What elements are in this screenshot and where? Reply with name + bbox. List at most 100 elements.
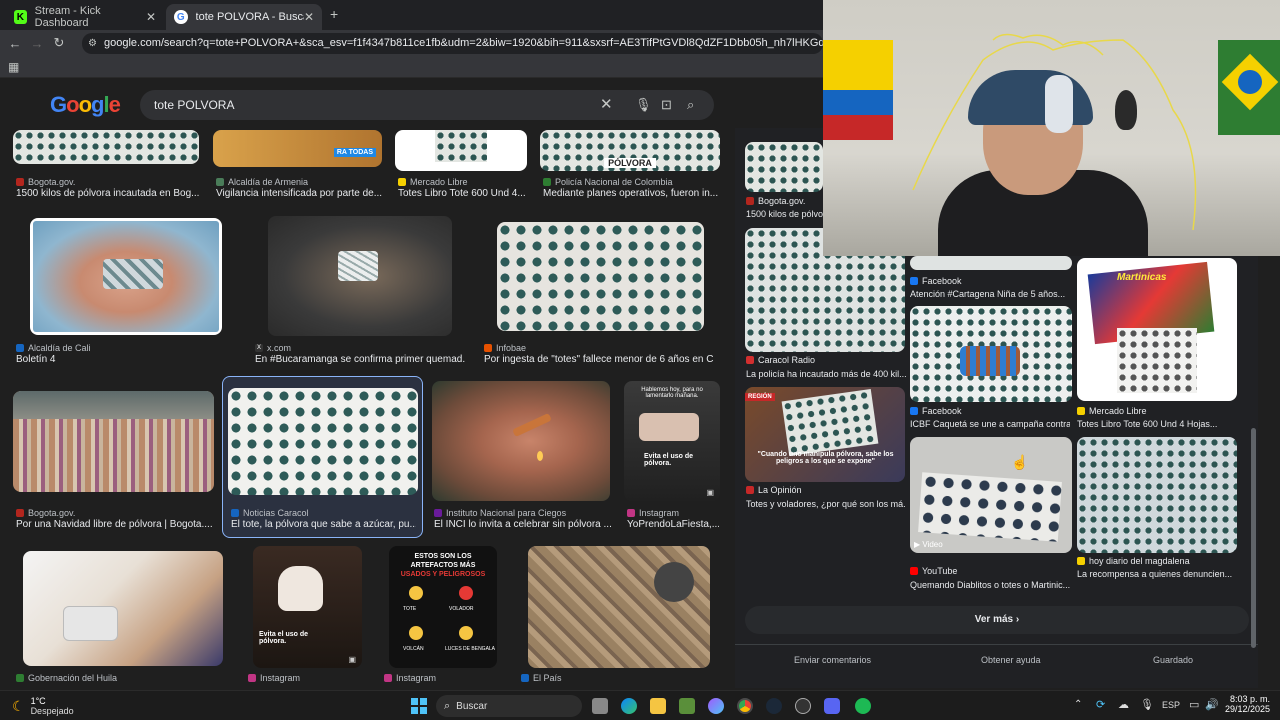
clock[interactable]: 8:03 p. m. 29/12/2025	[1218, 694, 1270, 714]
mic-icon[interactable]: 🎙	[1140, 698, 1154, 711]
preview-image[interactable]	[745, 142, 823, 192]
result-source[interactable]: Gobernación del Huila	[16, 673, 117, 683]
steam-icon[interactable]	[766, 698, 782, 714]
file-explorer-icon[interactable]	[650, 698, 666, 714]
related-caption[interactable]: La policía ha incautado más de 400 kil..…	[746, 369, 906, 379]
edge-icon[interactable]	[621, 698, 637, 714]
result-image[interactable]: Evita el uso de pólvora. ▣	[253, 546, 362, 668]
result-caption[interactable]: Vigilancia intensificada por parte de...	[216, 188, 386, 199]
result-source[interactable]: Infobae	[484, 343, 526, 353]
result-source[interactable]: Policía Nacional de Colombia	[543, 177, 673, 187]
result-source[interactable]: Bogota.gov.	[16, 177, 75, 187]
result-caption[interactable]: El INCI lo invita a celebrar sin pólvora…	[434, 519, 614, 530]
task-view-icon[interactable]	[592, 698, 608, 714]
preview-caption[interactable]: 1500 kilos de pólvora...	[746, 209, 826, 219]
related-caption[interactable]: La recompensa a quienes denuncien...	[1077, 569, 1237, 579]
scrollbar[interactable]	[1251, 428, 1256, 648]
related-image[interactable]: REGIÓN "Cuando uno manipula pólvora, sab…	[745, 387, 905, 482]
result-image[interactable]	[268, 216, 452, 336]
address-bar[interactable]: ⚙ google.com/search?q=tote+POLVORA+&sca_…	[82, 33, 823, 54]
lens-icon[interactable]: ⊡	[661, 90, 672, 120]
related-source[interactable]: Facebook	[910, 406, 962, 416]
result-image[interactable]: ESTOS SON LOS ARTEFACTOS MÁS USADOS Y PEL…	[389, 546, 497, 668]
result-caption[interactable]: 1500 kilos de pólvora incautada en Bog..…	[16, 188, 201, 199]
tray-icon[interactable]: ⟳	[1096, 698, 1105, 711]
close-icon[interactable]: ✕	[304, 10, 314, 24]
related-source[interactable]: Facebook	[910, 276, 962, 286]
back-icon[interactable]: ←	[4, 36, 26, 51]
result-image[interactable]	[13, 391, 214, 492]
result-caption[interactable]: YoPrendoLaFiesta,...	[627, 519, 719, 530]
result-image[interactable]	[528, 546, 710, 668]
close-icon[interactable]: ✕	[146, 10, 156, 24]
related-image[interactable]: Martinicas	[1077, 258, 1237, 401]
result-source[interactable]: Bogota.gov.	[16, 508, 75, 518]
chevron-up-icon[interactable]: ⌃	[1074, 699, 1082, 710]
related-source[interactable]: La Opinión	[746, 485, 802, 495]
result-image[interactable]	[497, 222, 704, 331]
tab-google[interactable]: G tote POLVORA - Buscar con Go ✕	[166, 4, 322, 30]
result-image[interactable]	[13, 130, 199, 164]
result-source[interactable]: Instagram	[627, 508, 679, 518]
related-caption[interactable]: Atención #Cartagena Niña de 5 años...	[910, 289, 1070, 299]
result-image[interactable]	[395, 130, 527, 171]
site-info-icon[interactable]: ⚙	[88, 33, 97, 54]
result-image[interactable]	[228, 388, 418, 495]
preview-source[interactable]: Bogota.gov.	[746, 196, 805, 206]
result-caption[interactable]: Por ingesta de "totes" fallece menor de …	[484, 354, 714, 365]
copilot-icon[interactable]	[708, 698, 724, 714]
chrome-icon[interactable]	[737, 698, 753, 714]
result-source[interactable]: Xx.com	[255, 343, 291, 353]
help-link[interactable]: Obtener ayuda	[981, 655, 1041, 665]
google-logo[interactable]: Google	[50, 92, 121, 118]
related-caption[interactable]: Quemando Diablitos o totes o Martinic...	[910, 580, 1070, 590]
tab-kick[interactable]: K Stream - Kick Dashboard ✕	[6, 4, 164, 30]
result-source[interactable]: Alcaldía de Armenia	[216, 177, 308, 187]
taskbar-search[interactable]: ⌕ Buscar	[436, 695, 582, 717]
reload-icon[interactable]: ↻	[48, 35, 70, 51]
search-input[interactable]: tote POLVORA ✕ 🎙 ⊡ ⌕	[140, 90, 714, 120]
result-caption[interactable]: En #Bucaramanga se confirma primer quema…	[255, 354, 465, 365]
related-caption[interactable]: Totes Libro Tote 600 Und 4 Hojas...	[1077, 419, 1237, 429]
result-caption[interactable]: Por una Navidad libre de pólvora | Bogot…	[16, 519, 216, 530]
result-source[interactable]: El País	[521, 673, 562, 683]
search-icon[interactable]: ⌕	[687, 90, 694, 120]
result-caption[interactable]: Boletín 4	[16, 354, 216, 365]
related-source[interactable]: Caracol Radio	[746, 355, 815, 365]
spotify-icon[interactable]	[855, 698, 871, 714]
discord-icon[interactable]	[824, 698, 840, 714]
forward-icon[interactable]: →	[26, 36, 48, 51]
related-image[interactable]: ▶ Video	[910, 437, 1072, 553]
result-image[interactable]	[432, 381, 610, 501]
result-source[interactable]: Instagram	[248, 673, 300, 683]
feedback-link[interactable]: Enviar comentarios	[794, 655, 871, 665]
result-caption[interactable]: Mediante planes operativos, fueron in...	[543, 188, 718, 199]
result-image[interactable]: Hablemos hoy, para no lamentarlo mañana.…	[624, 381, 720, 501]
result-source[interactable]: Mercado Libre	[398, 177, 468, 187]
related-caption[interactable]: Totes y voladores, ¿por qué son los má..…	[746, 499, 906, 509]
tray-icon[interactable]: ☁	[1118, 698, 1129, 711]
result-image[interactable]: PÓLVORA	[540, 130, 720, 171]
new-tab-icon[interactable]: +	[330, 6, 338, 22]
apps-grid-icon[interactable]: ▦	[8, 60, 19, 74]
result-source[interactable]: Alcaldía de Cali	[16, 343, 91, 353]
related-source[interactable]: YouTube	[910, 566, 957, 576]
related-image[interactable]	[910, 256, 1072, 270]
result-source[interactable]: Noticias Caracol	[231, 508, 309, 518]
volume-icon[interactable]: 🔊	[1205, 698, 1219, 711]
result-image[interactable]	[23, 551, 223, 666]
result-source[interactable]: Instagram	[384, 673, 436, 683]
saved-link[interactable]: Guardado	[1153, 655, 1193, 665]
related-image[interactable]	[910, 306, 1072, 402]
mic-icon[interactable]: 🎙	[635, 90, 652, 120]
clear-icon[interactable]: ✕	[600, 90, 613, 120]
network-icon[interactable]: ▭	[1189, 698, 1199, 711]
related-source[interactable]: Mercado Libre	[1077, 406, 1147, 416]
related-image[interactable]	[1077, 437, 1237, 553]
related-caption[interactable]: ICBF Caquetá se une a campaña contra...	[910, 419, 1070, 429]
lang-indicator[interactable]: ESP	[1162, 700, 1180, 710]
ver-mas-button[interactable]: Ver más ›	[745, 606, 1249, 634]
result-caption[interactable]: Totes Libro Tote 600 Und 4...	[398, 188, 528, 199]
result-source[interactable]: Instituto Nacional para Ciegos	[434, 508, 566, 518]
result-image[interactable]: RA TODAS	[213, 130, 382, 167]
